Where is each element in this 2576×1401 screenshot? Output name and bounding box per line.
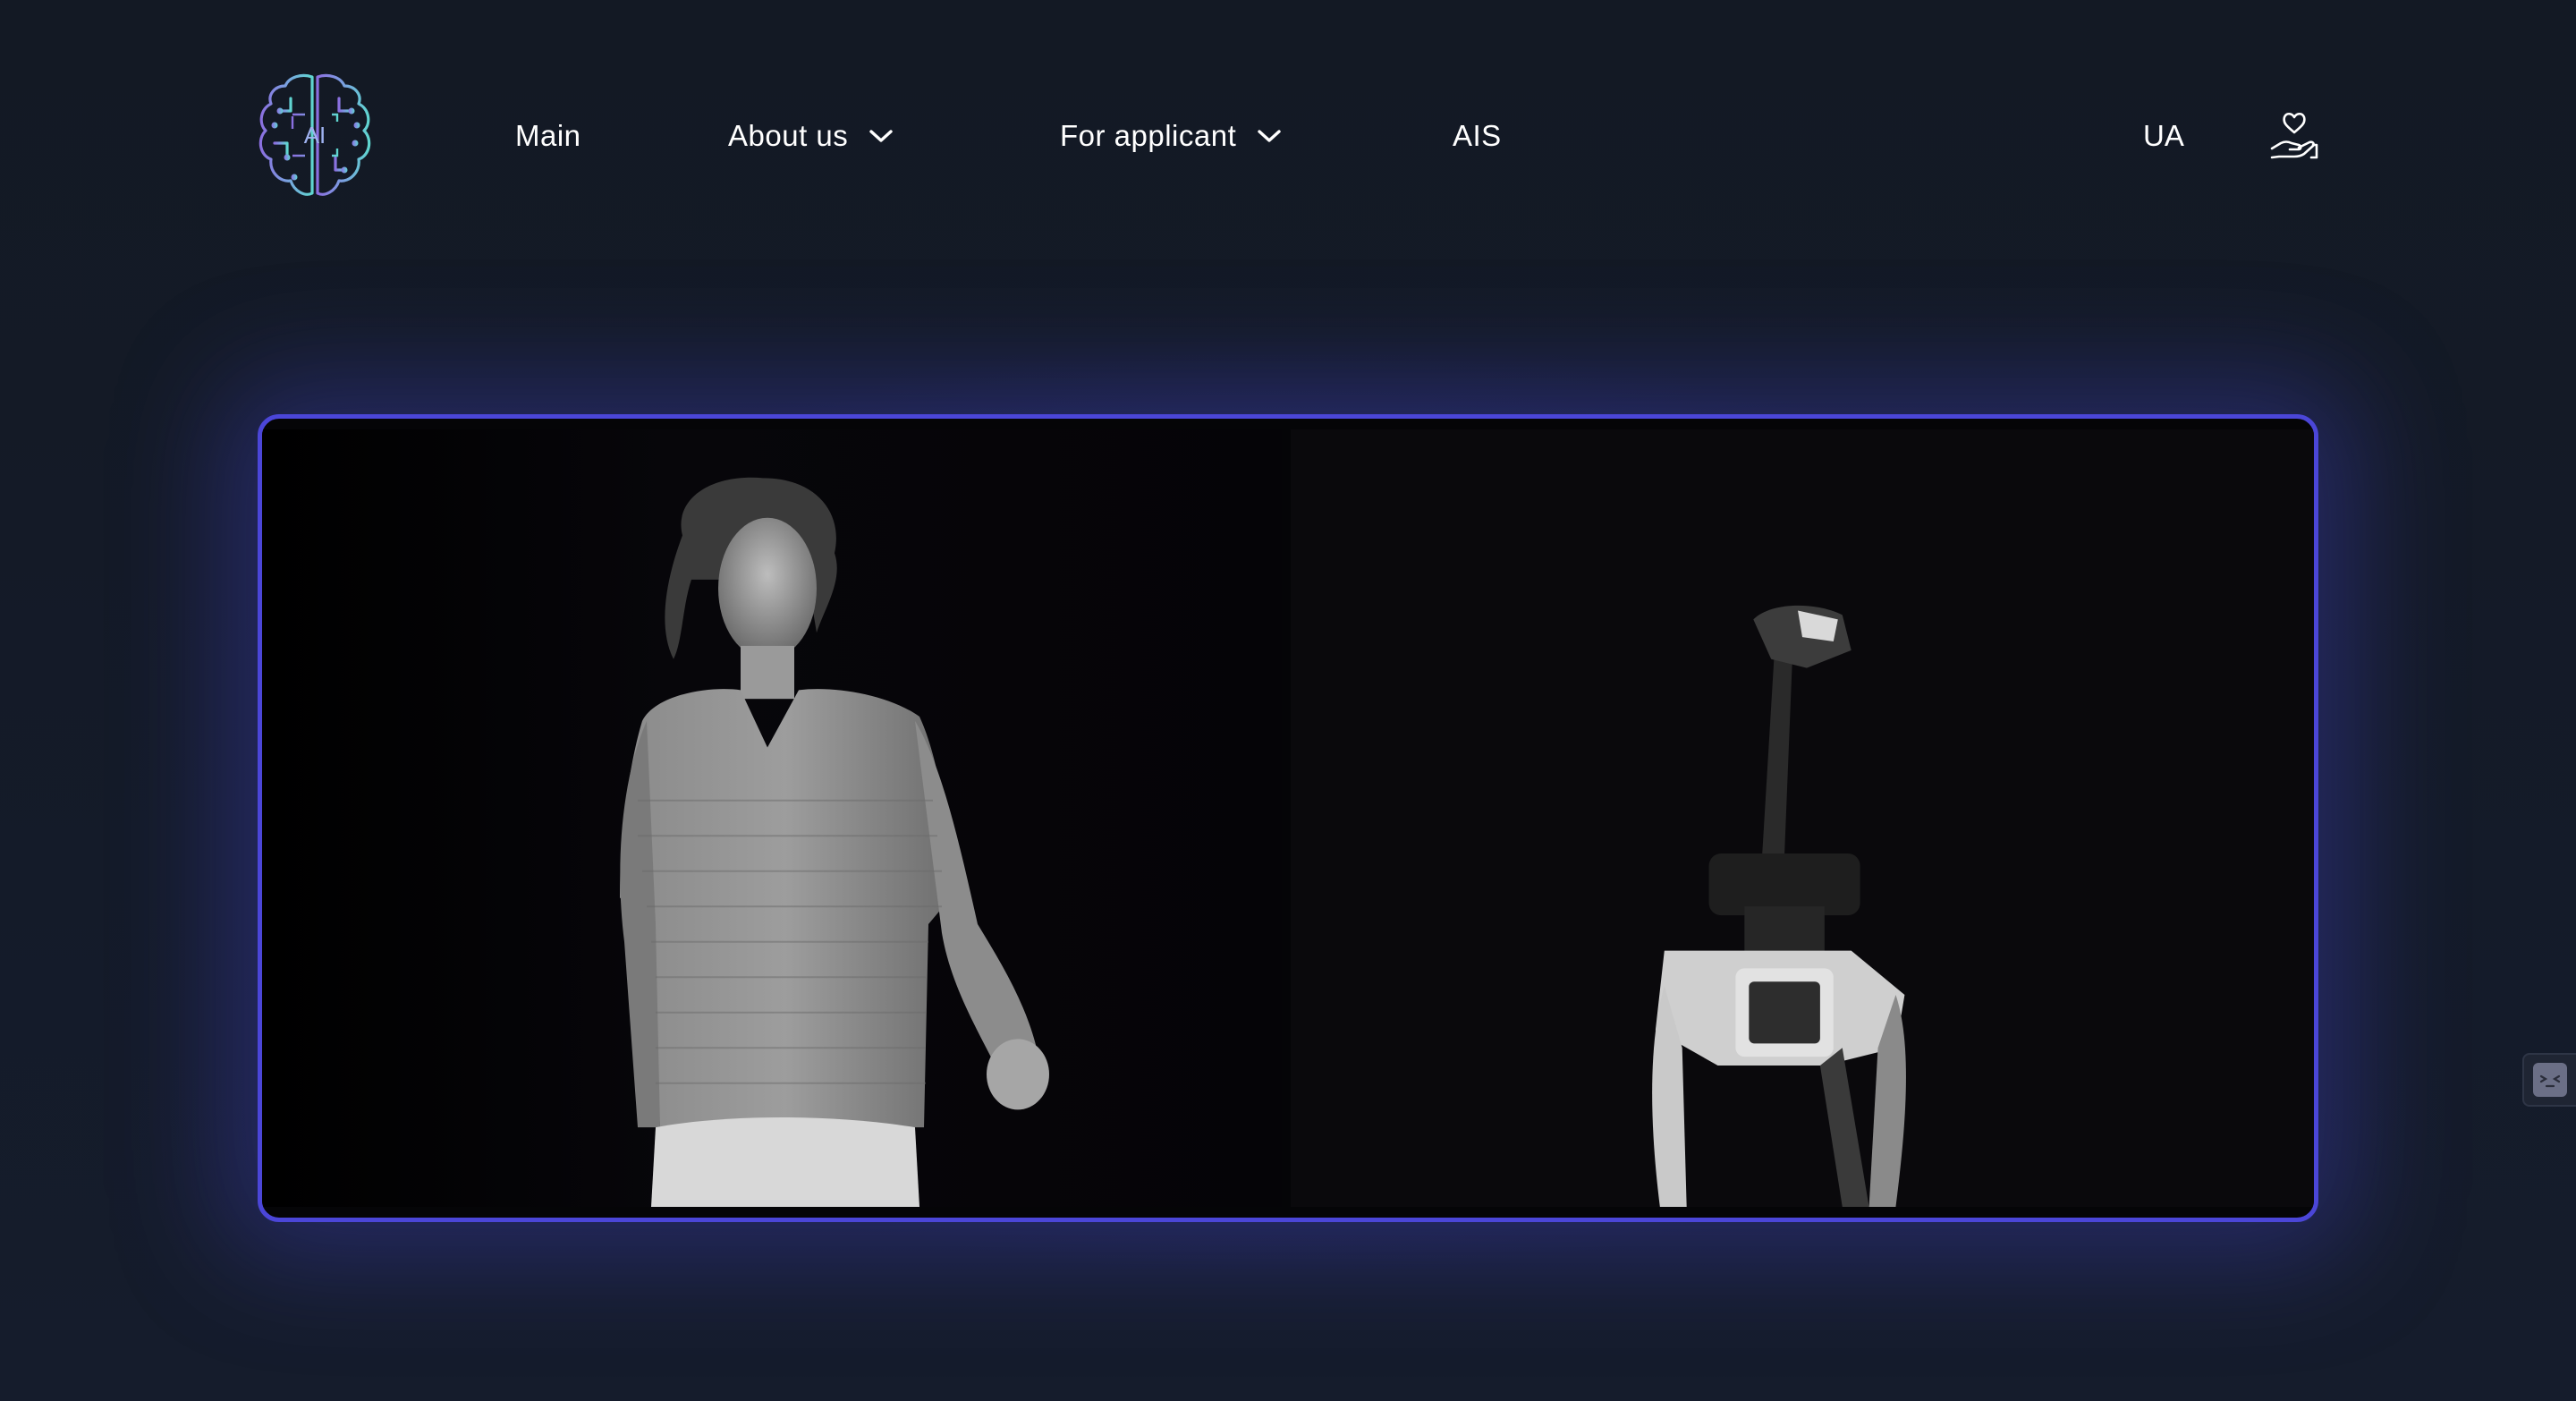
heart-hand-icon [2270,112,2318,159]
side-widget-button[interactable] [2522,1053,2576,1107]
chevron-down-icon [869,130,893,142]
video-left-panel [262,429,1282,1207]
robot-image [1652,605,1906,1207]
page: AI Main About us For applicant AIS UA [0,0,2576,1401]
logo-text: AI [304,122,326,149]
dancer-image [620,477,1049,1207]
nav-about-us[interactable]: About us [728,116,894,156]
widget-face-icon [2533,1063,2567,1097]
nav-ais-label: AIS [1453,119,1502,152]
nav-about-us-label: About us [728,119,849,152]
donate-button[interactable] [2267,107,2322,163]
nav-ais[interactable]: AIS [1453,116,1502,156]
brain-ai-logo[interactable]: AI [255,72,375,199]
brain-ai-logo-icon: AI [258,73,371,196]
nav-main-label: Main [515,119,581,152]
language-switch[interactable]: UA [2143,116,2184,156]
nav-for-applicant[interactable]: For applicant [1060,116,1283,156]
language-label: UA [2143,119,2184,152]
chevron-down-icon [1258,130,1281,142]
video-player[interactable] [258,414,2318,1222]
nav-for-applicant-label: For applicant [1060,119,1237,152]
site-header: AI Main About us For applicant AIS UA [0,0,2576,268]
video-right-panel [1291,429,2314,1207]
nav-main[interactable]: Main [515,116,581,156]
